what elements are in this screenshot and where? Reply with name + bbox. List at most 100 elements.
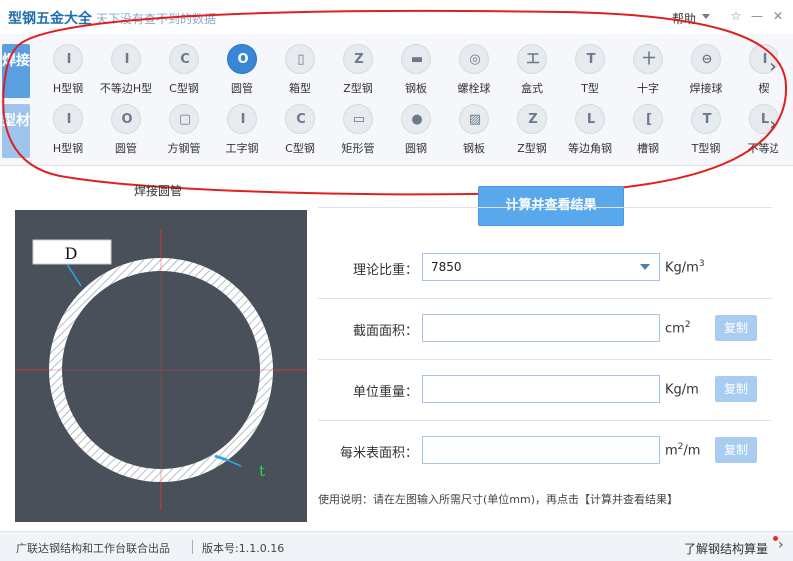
profile-item[interactable]: I 不等边H型 <box>96 40 154 98</box>
profile-glyph: Z <box>528 112 538 127</box>
profile-item[interactable]: I H型钢 <box>38 100 96 158</box>
form-divider <box>318 420 772 421</box>
profile-glyph: O <box>121 112 133 127</box>
profile-icon: Z <box>343 44 373 74</box>
profile-icon: ▢ <box>169 104 199 134</box>
unit-label: m2/m <box>665 442 701 459</box>
profile-glyph: I <box>66 52 72 67</box>
minimize-icon[interactable]: — <box>749 8 765 24</box>
profile-icon: I <box>227 104 257 134</box>
profile-item[interactable]: I 工字钢 <box>212 100 270 158</box>
cross-section-diagram: D t <box>15 210 307 522</box>
profile-icon: ▨ <box>459 104 489 134</box>
dimension-d-label: D <box>65 244 78 263</box>
profile-item[interactable]: ◎ 螺栓球 <box>444 40 502 98</box>
profile-glyph: ▢ <box>178 112 192 127</box>
profile-glyph: O <box>237 52 249 67</box>
profile-item[interactable]: C C型钢 <box>154 40 212 98</box>
field-label: 单位重量： <box>352 385 418 400</box>
profile-item[interactable]: ▭ 矩形管 <box>328 100 386 158</box>
result-field[interactable] <box>422 436 660 464</box>
profile-icon: C <box>285 104 315 134</box>
profile-item[interactable]: C C型钢 <box>270 100 328 158</box>
usage-instructions: 使用说明：请在左图输入所需尺寸(单位mm)，再点击【计算并查看结果】 <box>318 493 679 506</box>
profile-icon: O <box>111 104 141 134</box>
profile-icon: T <box>575 44 605 74</box>
profile-item[interactable]: T T型钢 <box>676 100 734 158</box>
chevron-down-icon[interactable] <box>640 264 650 270</box>
pin-icon[interactable]: ☆ <box>728 8 744 24</box>
profile-icon: 十 <box>633 44 663 74</box>
profile-icon: [ <box>633 104 663 134</box>
profile-icon: ● <box>401 104 431 134</box>
profile-icon: ▬ <box>401 44 431 74</box>
profile-glyph: L <box>586 112 596 127</box>
profile-item[interactable]: L 等边角钢 <box>560 100 618 158</box>
density-select[interactable] <box>422 253 660 281</box>
profile-icon: I <box>111 44 141 74</box>
field-label: 理论比重： <box>352 263 418 278</box>
profile-item[interactable]: [槽钢 <box>618 100 676 158</box>
profile-toolbar: 焊接 型材 I H型钢 I 不等边H型 C C型钢 O 圆管 ▯ 箱型 Z Z型钢 ▬ 钢板 ◎ 螺栓球工盒式… <box>0 34 793 166</box>
close-icon[interactable]: ✕ <box>770 8 786 24</box>
profile-item[interactable]: Z Z型钢 <box>328 40 386 98</box>
version-label: 版本号:1.1.0.16 <box>202 542 285 555</box>
profile-item[interactable]: ⊖ 焊接球 <box>676 40 734 98</box>
dimension-t-label[interactable]: t <box>259 462 265 480</box>
profile-label: 楔 <box>758 82 770 95</box>
profile-item[interactable]: 十十字 <box>618 40 676 98</box>
calculate-button[interactable]: 计算并查看结果 <box>478 186 624 226</box>
profile-icon: ▯ <box>285 44 315 74</box>
profile-icon: O <box>227 44 257 74</box>
profile-glyph: I <box>66 112 72 127</box>
help-menu[interactable]: 帮助 <box>672 10 696 27</box>
profile-glyph: ▭ <box>352 112 366 127</box>
result-field[interactable] <box>422 375 660 403</box>
profile-glyph: T <box>586 52 596 67</box>
profile-item[interactable]: O 圆管 <box>96 100 154 158</box>
field-label: 每米表面积： <box>339 446 418 461</box>
profile-glyph: C <box>296 112 306 127</box>
tab-profile[interactable]: 型材 <box>2 104 30 158</box>
form-divider <box>318 207 772 208</box>
profile-item[interactable]: ▯ 箱型 <box>270 40 328 98</box>
form-divider <box>318 359 772 360</box>
profile-icon: C <box>169 44 199 74</box>
profile-label: 不等边 <box>747 142 779 155</box>
profile-item[interactable]: ▬ 钢板 <box>386 40 444 98</box>
profile-icon: ⊖ <box>691 44 721 74</box>
learn-more-link[interactable]: 了解钢结构算量 <box>684 540 768 557</box>
chevron-right-icon[interactable]: › <box>766 56 780 77</box>
profile-glyph: 工 <box>526 52 540 67</box>
dimension-d-leader <box>66 263 82 287</box>
profile-item[interactable]: O 圆管 <box>212 40 270 98</box>
profile-icon: T <box>691 104 721 134</box>
unit-label: Kg/m <box>665 382 699 398</box>
copy-button[interactable]: 复制 <box>715 315 757 341</box>
profile-item[interactable]: 工盒式 <box>502 40 560 98</box>
chevron-down-icon[interactable] <box>702 14 710 19</box>
chevron-right-icon[interactable]: › <box>778 537 784 553</box>
unit-label: Kg/m3 <box>665 259 705 276</box>
profile-glyph: 十 <box>642 52 656 67</box>
result-field[interactable] <box>422 314 660 342</box>
profile-item[interactable]: T T型 <box>560 40 618 98</box>
unit-label: cm2 <box>665 320 691 337</box>
profile-item[interactable]: Z Z型钢 <box>502 100 560 158</box>
app-title: 型钢五金大全 <box>8 11 92 27</box>
profile-item[interactable]: ▨ 钢板 <box>444 100 502 158</box>
chevron-right-icon[interactable]: › <box>766 114 780 135</box>
profile-item[interactable]: I H型钢 <box>38 40 96 98</box>
profile-glyph: Z <box>354 52 364 67</box>
profile-icon: ▭ <box>343 104 373 134</box>
welded-profile-row: I H型钢 I 不等边H型 C C型钢 O 圆管 ▯ 箱型 Z Z型钢 ▬ 钢板 ◎ 螺栓球工盒式 T T型十十字… <box>38 40 778 98</box>
profile-glyph: [ <box>646 112 652 127</box>
profile-glyph: ▯ <box>297 52 305 67</box>
tab-welded[interactable]: 焊接 <box>2 44 30 98</box>
copy-button[interactable]: 复制 <box>715 437 757 463</box>
field-label: 截面面积： <box>352 324 418 339</box>
footer-divider <box>192 540 193 554</box>
copy-button[interactable]: 复制 <box>715 376 757 402</box>
profile-item[interactable]: ▢ 方钢管 <box>154 100 212 158</box>
profile-item[interactable]: ● 圆钢 <box>386 100 444 158</box>
